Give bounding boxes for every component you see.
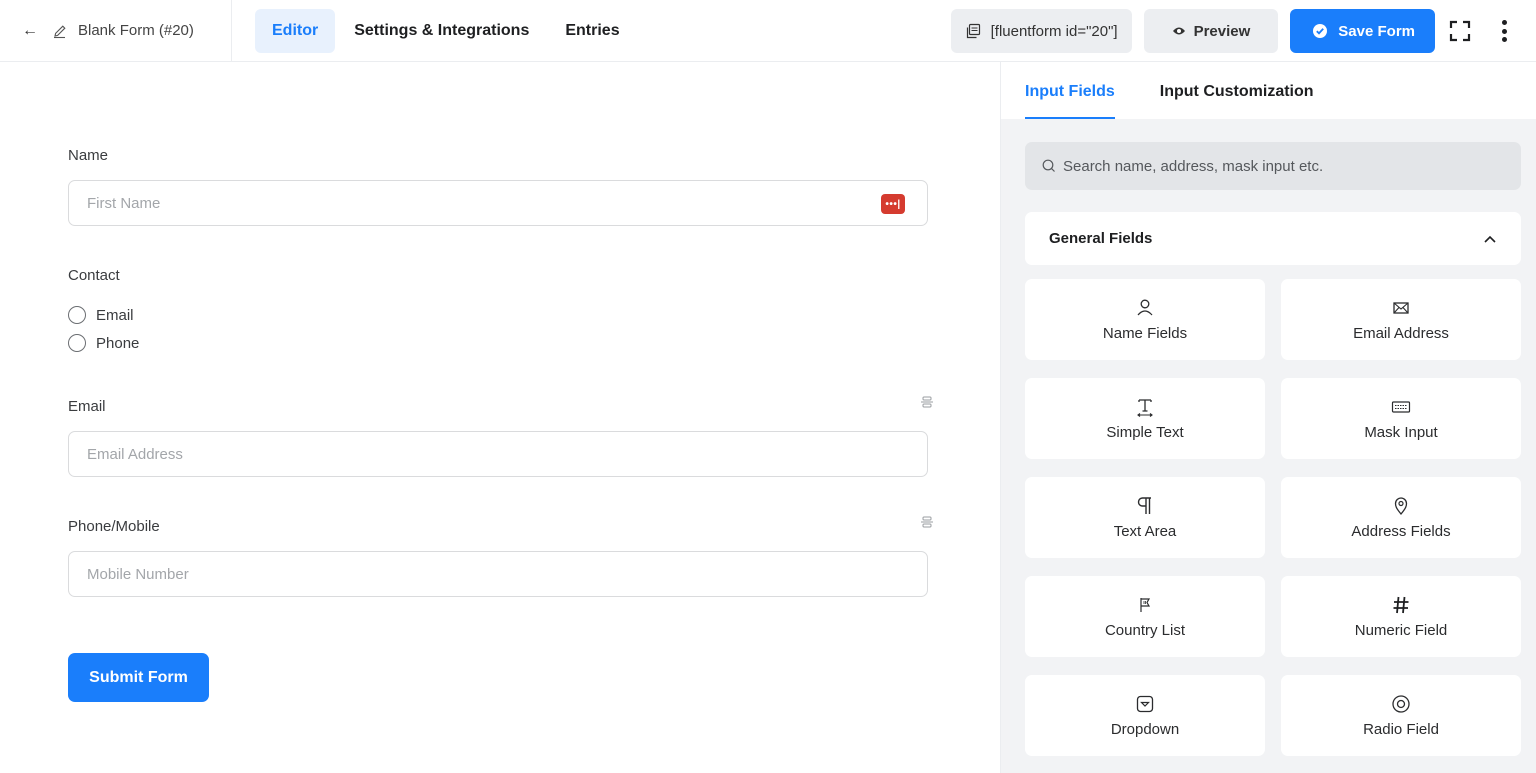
field-tile-label: Address Fields: [1351, 523, 1451, 540]
sidebar-tabs: Input Fields Input Customization: [1001, 62, 1536, 119]
field-tile-label: Country List: [1104, 622, 1186, 639]
field-tile-label: Dropdown: [1110, 721, 1180, 738]
contact-radio-phone[interactable]: Phone: [68, 334, 139, 352]
form-canvas: Name First Name •••| Contact Email Phone…: [0, 62, 1000, 773]
copy-icon: [966, 23, 980, 39]
shortcode-copy-button[interactable]: [fluentform id="20"]: [950, 9, 1132, 53]
fullscreen-icon[interactable]: [1449, 20, 1471, 42]
tab-input-customization[interactable]: Input Customization: [1160, 83, 1314, 119]
contact-label: Contact: [68, 267, 120, 284]
mobile-placeholder: Mobile Number: [87, 565, 189, 583]
first-name-placeholder: First Name: [87, 194, 161, 212]
flag-icon: [1140, 598, 1151, 612]
shortcode-text: [fluentform id="20"]: [990, 22, 1118, 40]
preview-button[interactable]: Preview: [1143, 9, 1279, 53]
form-title-area: ← Blank Form (#20): [0, 0, 232, 61]
radio-icon: [1392, 695, 1410, 713]
field-tile-email-address[interactable]: Email Address: [1281, 279, 1521, 360]
fields-sidebar: Input Fields Input Customization Search …: [1000, 62, 1536, 773]
save-label: Save Form: [1338, 22, 1415, 40]
first-name-input[interactable]: First Name •••|: [68, 180, 928, 226]
form-title: Blank Form (#20): [78, 22, 194, 39]
field-tile-country-list[interactable]: Country List: [1025, 576, 1265, 657]
email-input[interactable]: Email Address: [68, 431, 928, 477]
password-manager-icon[interactable]: •••|: [881, 194, 905, 214]
pencil-icon[interactable]: [52, 23, 68, 39]
field-search-input[interactable]: Search name, address, mask input etc.: [1025, 142, 1521, 190]
arrow-left-icon[interactable]: ←: [22, 22, 38, 40]
field-tile-name-fields[interactable]: Name Fields: [1025, 279, 1265, 360]
user-icon: [1137, 299, 1153, 316]
tab-input-fields[interactable]: Input Fields: [1025, 83, 1115, 119]
field-tile-text-area[interactable]: Text Area: [1025, 477, 1265, 558]
save-form-button[interactable]: Save Form: [1290, 9, 1435, 53]
field-tile-label: Text Area: [1113, 523, 1177, 540]
field-tile-label: Radio Field: [1363, 721, 1439, 738]
more-options-icon[interactable]: [1501, 20, 1507, 42]
email-label: Email: [68, 398, 106, 415]
radio-circle-icon[interactable]: [68, 306, 86, 324]
tab-editor[interactable]: Editor: [255, 8, 336, 53]
paragraph-icon: [1137, 497, 1151, 514]
field-tile-mask-input[interactable]: Mask Input: [1281, 378, 1521, 459]
drag-handle-icon[interactable]: [920, 515, 934, 529]
drag-handle-icon[interactable]: [920, 395, 934, 409]
keyboard-icon: [1391, 401, 1411, 413]
radio-circle-icon[interactable]: [68, 334, 86, 352]
eye-icon: [1172, 27, 1185, 35]
dropdown-icon: [1136, 695, 1154, 713]
email-placeholder: Email Address: [87, 445, 183, 463]
toolbar-actions: [fluentform id="20"] Preview Save Form: [950, 0, 1536, 62]
field-tile-label: Name Fields: [1102, 325, 1188, 342]
editor-tabs: Editor Settings & Integrations Entries: [255, 0, 639, 61]
name-label: Name: [68, 147, 109, 164]
contact-option-label: Phone: [96, 334, 140, 352]
search-icon: [1042, 159, 1055, 172]
submit-form-button[interactable]: Submit Form: [68, 653, 209, 702]
field-tile-numeric-field[interactable]: Numeric Field: [1281, 576, 1521, 657]
field-tile-radio-field[interactable]: Radio Field: [1281, 675, 1521, 756]
mobile-number-input[interactable]: Mobile Number: [68, 551, 928, 597]
map-pin-icon: [1394, 497, 1408, 516]
text-cursor-icon: [1137, 399, 1153, 417]
phone-label: Phone/Mobile: [68, 518, 160, 535]
contact-radio-email[interactable]: Email: [68, 306, 134, 324]
envelope-icon: [1393, 302, 1409, 314]
general-fields-header[interactable]: General Fields: [1025, 212, 1521, 265]
contact-option-label: Email: [96, 306, 134, 324]
check-circle-icon: [1313, 24, 1328, 38]
field-tile-dropdown[interactable]: Dropdown: [1025, 675, 1265, 756]
section-title: General Fields: [1049, 230, 1153, 247]
tab-settings-integrations[interactable]: Settings & Integrations: [337, 9, 546, 53]
field-tile-label: Email Address: [1353, 325, 1449, 342]
field-tile-simple-text[interactable]: Simple Text: [1025, 378, 1265, 459]
chevron-up-icon[interactable]: [1483, 234, 1497, 244]
search-placeholder: Search name, address, mask input etc.: [1063, 157, 1324, 175]
hash-icon: [1393, 596, 1409, 614]
tab-entries[interactable]: Entries: [548, 9, 636, 53]
field-tile-label: Simple Text: [1106, 424, 1184, 441]
top-bar: ← Blank Form (#20) Editor Settings & Int…: [0, 0, 1536, 62]
field-tile-label: Numeric Field: [1354, 622, 1448, 639]
field-tile-address-fields[interactable]: Address Fields: [1281, 477, 1521, 558]
field-tile-label: Mask Input: [1364, 424, 1438, 441]
preview-label: Preview: [1193, 22, 1251, 40]
